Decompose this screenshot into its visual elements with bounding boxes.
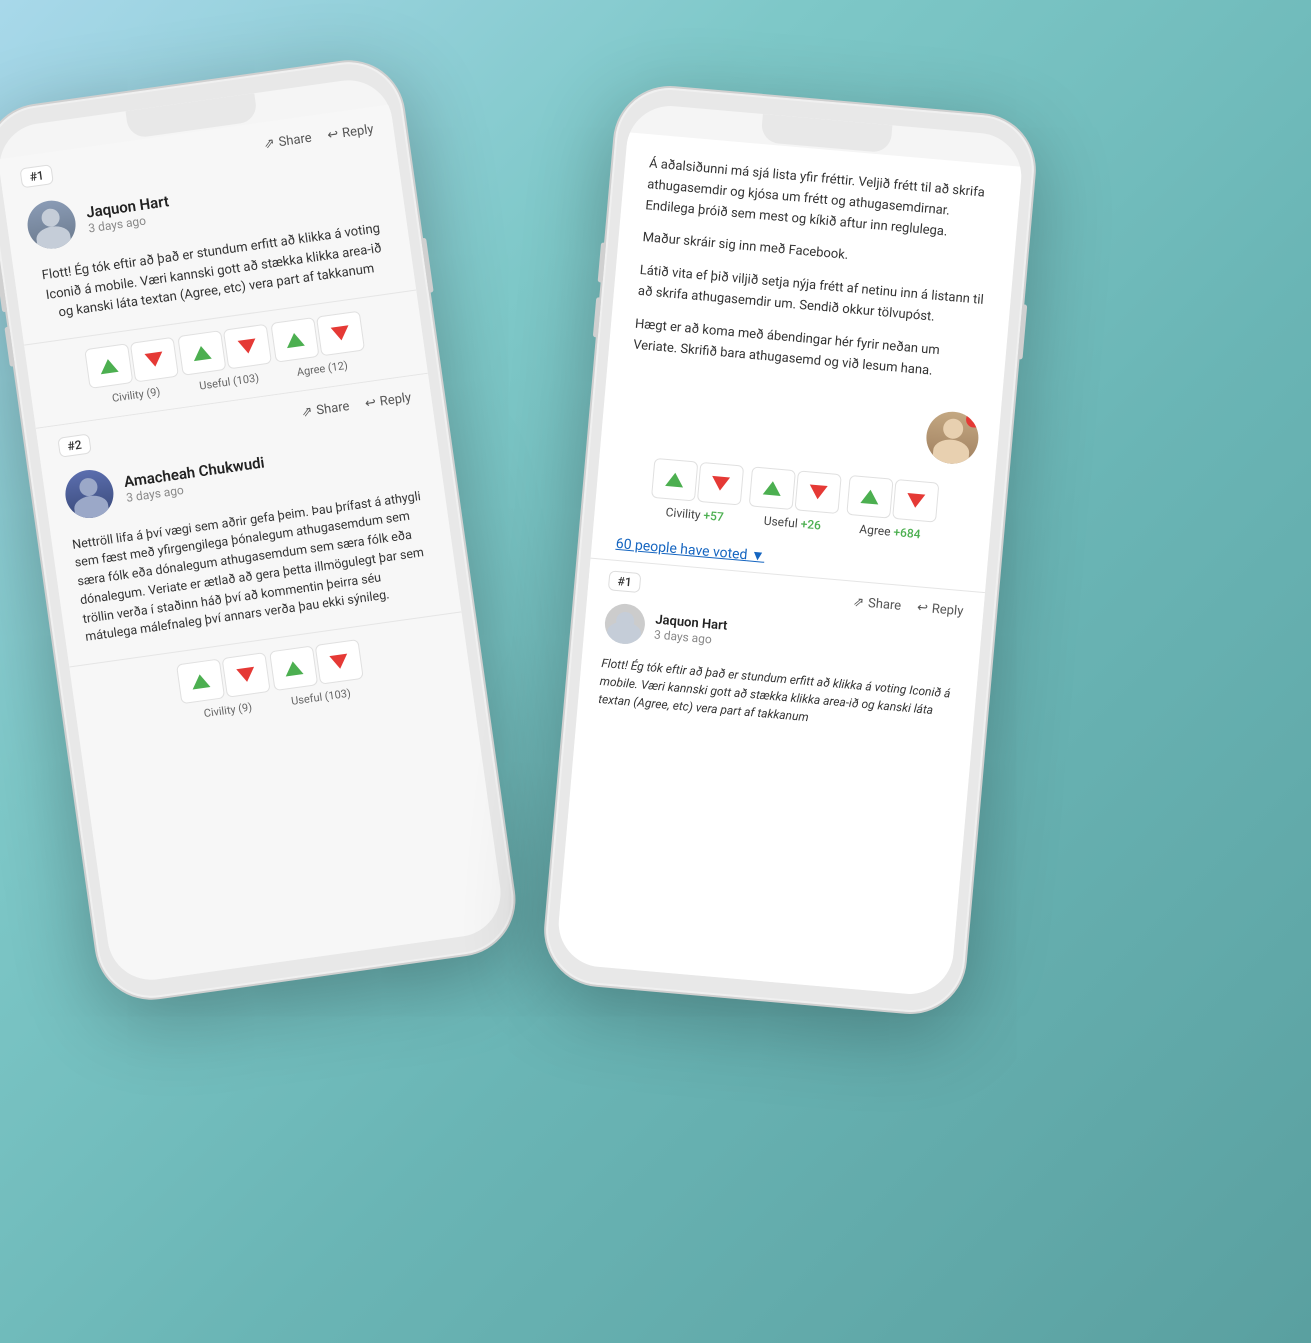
civility-label: Civility (9) (111, 385, 161, 405)
volume-down-button[interactable] (4, 327, 15, 367)
right-intro-block: Á aðalsiðunni má sjá lista yfir fréttir.… (606, 132, 1022, 416)
right-volume-up-button[interactable] (598, 242, 606, 282)
agree-vote-group: Agree (12) (270, 310, 367, 381)
right-screen-content: Á aðalsiðunni má sjá lista yfir fréttir.… (555, 132, 1022, 997)
right-useful-label: Useful +26 (763, 514, 821, 533)
comment2-share-label: Share (315, 399, 350, 418)
comment1-user-details: Jaquon Hart 3 days ago (85, 192, 172, 235)
share-action[interactable]: ⇗ Share (263, 130, 313, 152)
right-civility-group: Civility +57 (649, 458, 744, 526)
right-agree-up-button[interactable] (846, 475, 893, 519)
right-civility-up-button[interactable] (651, 458, 698, 502)
right-comment1-reply[interactable]: ↩ Reply (916, 600, 964, 619)
comment2-civility-buttons (176, 652, 271, 704)
useful-buttons (177, 323, 272, 375)
useful-up-button[interactable] (177, 330, 226, 376)
left-screen-content: #1 ⇗ Share ↩ Reply Jaquon Hart (0, 104, 506, 985)
comment2-avatar (62, 466, 116, 520)
useful-label: Useful (103) (198, 371, 259, 392)
agree-label: Agree (12) (296, 358, 349, 378)
right-civility-buttons (651, 458, 744, 506)
right-share-icon: ⇗ (853, 595, 865, 611)
right-power-button[interactable] (1018, 304, 1028, 359)
agree-up-button[interactable] (270, 317, 319, 363)
right-civility-label: Civility +57 (665, 505, 724, 524)
comment1-avatar (24, 198, 78, 252)
comment1-actions: ⇗ Share ↩ Reply (263, 121, 374, 151)
comment2-useful-up-button[interactable] (269, 645, 318, 691)
comment2-reply-action[interactable]: ↩ Reply (364, 390, 412, 411)
power-button[interactable] (421, 238, 434, 293)
voted-text: 60 people have voted (615, 536, 748, 563)
reply-icon: ↩ (326, 126, 339, 142)
right-useful-up-button[interactable] (749, 467, 796, 511)
right-agree-buttons (846, 475, 939, 523)
right-useful-buttons (749, 467, 842, 515)
comment2-user-details: Amacheah Chukwudi 3 days ago (123, 453, 268, 504)
right-civility-down-button[interactable] (697, 462, 744, 506)
right-phone-screen: Á aðalsiðunni má sjá lista yfir fréttir.… (555, 102, 1025, 997)
comment2-useful-buttons (269, 639, 364, 691)
comment2-num: #2 (57, 433, 92, 457)
right-agree-label: Agree +684 (859, 522, 921, 541)
civility-down-button[interactable] (130, 336, 179, 382)
comment2-civility-vote-group: Civility (9) (176, 652, 273, 723)
agree-buttons (270, 310, 365, 362)
civility-score: +57 (703, 509, 724, 525)
civility-vote-group: Civility (9) (84, 336, 181, 407)
comment2-useful-vote-group: Useful (103) (269, 639, 366, 710)
civility-buttons (84, 336, 179, 388)
right-comment1-actions: ⇗ Share ↩ Reply (853, 595, 964, 620)
right-useful-down-button[interactable] (794, 471, 841, 515)
volume-up-button[interactable] (0, 272, 7, 312)
right-reply-label: Reply (931, 601, 964, 619)
comment2-civility-down-button[interactable] (222, 652, 271, 698)
comment2-useful-down-button[interactable] (315, 639, 364, 685)
civility-up-button[interactable] (84, 343, 133, 389)
comment2-actions: ⇗ Share ↩ Reply (301, 390, 412, 420)
notification-badge: 3 (965, 411, 980, 428)
right-avatar: 3 (924, 410, 980, 466)
comment2-civility-label: Civility (9) (203, 701, 253, 721)
right-reply-icon: ↩ (916, 600, 928, 616)
comment2-reply-icon: ↩ (364, 395, 377, 411)
right-comment1-details: Jaquon Hart 3 days ago (654, 612, 728, 647)
agree-down-button[interactable] (316, 310, 365, 356)
reply-label: Reply (341, 121, 374, 140)
comment2-useful-label: Useful (103) (290, 687, 351, 708)
useful-down-button[interactable] (223, 323, 272, 369)
useful-vote-group: Useful (103) (177, 323, 274, 394)
right-phone: Á aðalsiðunni má sjá lista yfir fréttir.… (542, 83, 1039, 1016)
right-agree-group: Agree +684 (845, 475, 940, 543)
comment2-reply-label: Reply (379, 390, 412, 409)
right-useful-group: Useful +26 (747, 467, 842, 535)
right-volume-down-button[interactable] (593, 297, 601, 337)
comment1-num: #1 (19, 164, 54, 188)
useful-score: +26 (800, 517, 821, 533)
share-icon: ⇗ (263, 135, 276, 151)
right-comment1-share[interactable]: ⇗ Share (853, 595, 902, 614)
share-label: Share (278, 130, 313, 149)
right-comment1-num: #1 (608, 571, 642, 594)
reply-action[interactable]: ↩ Reply (326, 121, 374, 142)
comment2-share-icon: ⇗ (301, 404, 314, 420)
comment2-civility-up-button[interactable] (176, 658, 225, 704)
left-phone-screen: #1 ⇗ Share ↩ Reply Jaquon Hart (0, 75, 506, 986)
right-agree-down-button[interactable] (892, 479, 939, 523)
agree-score: +684 (893, 525, 921, 541)
right-comment1-avatar (603, 603, 646, 646)
comment2-share-action[interactable]: ⇗ Share (301, 399, 351, 421)
right-share-label: Share (867, 596, 901, 614)
left-phone: #1 ⇗ Share ↩ Reply Jaquon Hart (0, 55, 521, 1005)
